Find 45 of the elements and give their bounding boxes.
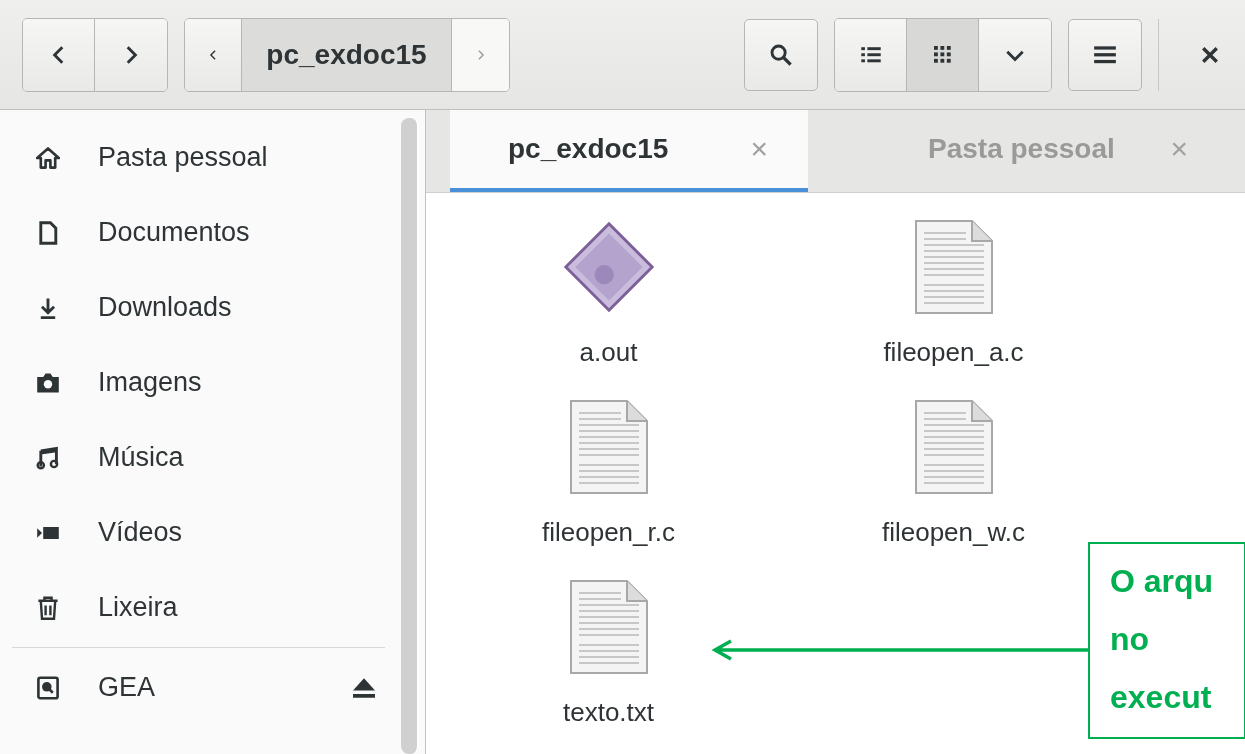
- file-item[interactable]: texto.txt: [436, 575, 781, 753]
- tab-label: Pasta pessoal: [928, 133, 1115, 165]
- sidebar-item[interactable]: Imagens: [12, 345, 395, 420]
- annotation-text: execut: [1110, 678, 1213, 717]
- file-item[interactable]: fileopen_a.c: [781, 215, 1126, 393]
- file-item[interactable]: fileopen_r.c: [436, 395, 781, 573]
- document-icon: [36, 220, 60, 245]
- annotation-text: no: [1110, 620, 1151, 659]
- drive-icon: [36, 675, 60, 700]
- sidebar-item[interactable]: Pasta pessoal: [12, 120, 395, 195]
- text-file-icon: [568, 579, 649, 675]
- music-icon: [36, 445, 60, 470]
- text-file-icon: [913, 399, 994, 495]
- trash-icon: [36, 595, 60, 620]
- grid-icon: [933, 45, 952, 64]
- search-icon: [769, 42, 793, 67]
- sidebar-item[interactable]: Documentos: [12, 195, 395, 270]
- sidebar-item[interactable]: Música: [12, 420, 395, 495]
- sidebar-item[interactable]: Vídeos: [12, 495, 395, 570]
- sidebar-item[interactable]: GEA: [12, 650, 395, 725]
- text-file-icon: [568, 399, 649, 495]
- home-icon: [36, 145, 60, 170]
- text-file-icon: [913, 219, 994, 315]
- path-button[interactable]: pc_exdoc15: [242, 18, 452, 91]
- scrollbar[interactable]: [401, 118, 419, 754]
- file-name: fileopen_a.c: [883, 337, 1024, 368]
- grid-view-button[interactable]: [907, 18, 979, 91]
- list-view-button[interactable]: [835, 18, 907, 91]
- camera-icon: [36, 370, 60, 395]
- menu-icon: [1094, 45, 1116, 64]
- file-item[interactable]: a.out: [436, 215, 781, 393]
- tab[interactable]: pc_exdoc15 ×: [450, 110, 808, 192]
- annotation-text: O arqu: [1110, 562, 1215, 601]
- menu-button[interactable]: [1068, 18, 1142, 91]
- eject-icon[interactable]: [351, 676, 377, 699]
- list-icon: [860, 46, 881, 63]
- sidebar-item[interactable]: Lixeira: [12, 570, 395, 645]
- file-name: a.out: [579, 337, 638, 368]
- tab-label: pc_exdoc15: [508, 133, 669, 165]
- file-name: fileopen_r.c: [542, 517, 675, 548]
- sidebar-item[interactable]: Downloads: [12, 270, 395, 345]
- search-button[interactable]: [744, 18, 818, 91]
- file-name: fileopen_w.c: [881, 517, 1026, 548]
- close-icon: [1201, 45, 1219, 64]
- file-name: texto.txt: [562, 697, 654, 728]
